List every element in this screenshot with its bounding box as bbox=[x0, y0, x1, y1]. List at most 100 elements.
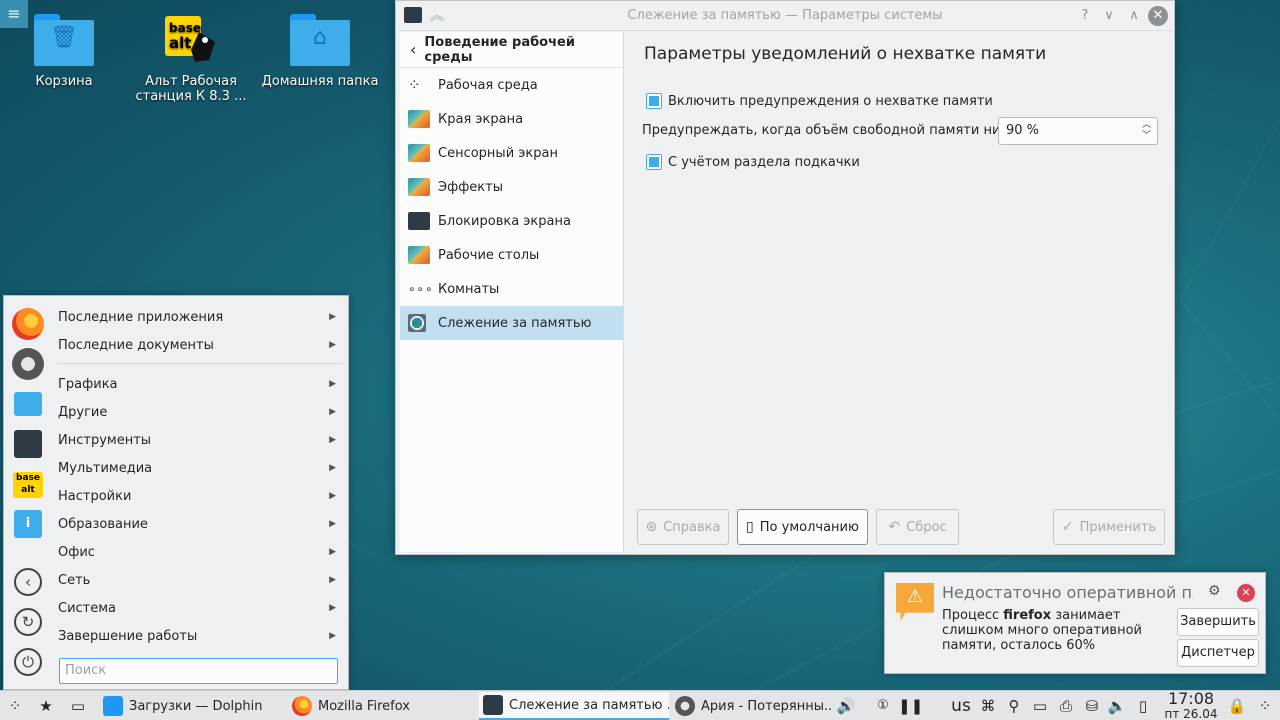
enable-warnings-label: Включить предупреждения о нехватке памят… bbox=[668, 93, 993, 109]
checkbox-checked[interactable] bbox=[646, 93, 662, 109]
desktop-icon-home[interactable]: ⌂ Домашняя папка bbox=[260, 12, 380, 89]
printer-icon[interactable]: ⎙ bbox=[1055, 695, 1077, 717]
defaults-button[interactable]: ▯ По умолчанию bbox=[737, 509, 868, 545]
keyboard-layout[interactable]: us bbox=[950, 695, 972, 717]
shutdown-icon[interactable]: ⏻ bbox=[14, 648, 42, 676]
window-title: Слежение за памятью — Параметры системы bbox=[627, 8, 943, 23]
sidebar-item-screen-lock[interactable]: Блокировка экрана bbox=[400, 204, 623, 238]
settings-icon[interactable] bbox=[14, 430, 42, 458]
favorites-column: base alt i ‹ ↻ ⏻ bbox=[4, 296, 52, 689]
help-icon[interactable]: ? bbox=[1075, 6, 1095, 26]
menu-item-graphics[interactable]: Графика ▶ bbox=[58, 370, 342, 398]
star-icon[interactable]: ★ bbox=[35, 695, 57, 717]
close-icon[interactable]: ✕ bbox=[1148, 6, 1168, 26]
kde-plasma-icon: ⁘ bbox=[408, 76, 421, 94]
menu-item-network[interactable]: Сеть ▶ bbox=[58, 566, 342, 594]
sidebar-item-label: Эффекты bbox=[438, 179, 503, 195]
desktop-icon-label: Альт Рабочая станция К 8.3 ... bbox=[135, 74, 247, 104]
desktop-icon-trash[interactable]: 🗑 Корзина bbox=[4, 12, 124, 89]
logout-icon[interactable]: ‹ bbox=[14, 568, 42, 596]
checkbox-checked[interactable] bbox=[646, 154, 662, 170]
maximize-icon[interactable]: ∧ bbox=[1124, 6, 1144, 26]
apply-button[interactable]: ✓ Применить bbox=[1053, 509, 1165, 545]
network-icon[interactable]: ⚲ bbox=[1003, 695, 1025, 717]
sidebar-item-activities[interactable]: ∘∘∘ Комнаты bbox=[400, 272, 623, 306]
info-icon[interactable]: i bbox=[14, 510, 42, 538]
help-button-label: Справка bbox=[663, 519, 721, 535]
lock-screen-icon bbox=[408, 212, 430, 230]
kde-launcher-icon[interactable]: ⁘ bbox=[4, 695, 26, 717]
sidebar-item-virtual-desktops[interactable]: Рабочие столы bbox=[400, 238, 623, 272]
menu-item-other[interactable]: Другие ▶ bbox=[58, 398, 342, 426]
menu-item-office[interactable]: Офис ▶ bbox=[58, 538, 342, 566]
lock-icon[interactable]: 🔒 bbox=[1226, 695, 1248, 717]
task-system-settings[interactable]: Слежение за памятью ... bbox=[479, 692, 669, 720]
notifications-count-icon[interactable]: ① bbox=[872, 695, 894, 717]
volume-icon[interactable]: 🔈 bbox=[1106, 695, 1128, 717]
menu-item-tools[interactable]: Инструменты ▶ bbox=[58, 426, 342, 454]
menu-item-recent-docs[interactable]: Последние документы ▶ bbox=[58, 331, 342, 359]
audio-playing-icon[interactable]: 🔊 bbox=[835, 695, 857, 717]
menu-item-label: Система bbox=[58, 600, 117, 616]
body-prefix: Процесс bbox=[942, 608, 1004, 623]
window-titlebar[interactable]: ︽ Слежение за памятью — Параметры систем… bbox=[396, 1, 1174, 31]
task-firefox[interactable]: Mozilla Firefox bbox=[288, 692, 474, 720]
kdeconnect-icon[interactable]: ▯ bbox=[1132, 695, 1154, 717]
dolphin-icon bbox=[103, 696, 123, 716]
sidebar-item-memory-monitor[interactable]: Слежение за памятью bbox=[400, 306, 623, 340]
clipboard-icon[interactable]: ⌘ bbox=[977, 695, 999, 717]
menu-item-label: Настройки bbox=[58, 488, 132, 504]
menu-item-label: Последние документы bbox=[58, 337, 214, 353]
aria-icon[interactable] bbox=[12, 348, 44, 380]
panel-settings-icon[interactable]: ⁘ bbox=[1254, 695, 1276, 717]
sidebar-item-screen-edges[interactable]: Края экрана bbox=[400, 102, 623, 136]
menu-item-system[interactable]: Система ▶ bbox=[58, 594, 342, 622]
media-pause-icon[interactable]: ❚❚ bbox=[898, 695, 923, 717]
menu-item-label: Образование bbox=[58, 516, 148, 532]
minimize-icon[interactable]: ∨ bbox=[1099, 6, 1119, 26]
submenu-arrow-icon: ▶ bbox=[329, 407, 336, 417]
menu-item-multimedia[interactable]: Мультимедиа ▶ bbox=[58, 454, 342, 482]
reset-button[interactable]: ↶ Сброс bbox=[876, 509, 959, 545]
configure-icon[interactable]: ⚙ bbox=[1208, 583, 1221, 599]
clock-time: 17:08 bbox=[1167, 689, 1215, 708]
task-label: Загрузки — Dolphin bbox=[129, 698, 263, 714]
menu-item-education[interactable]: Образование ▶ bbox=[58, 510, 342, 538]
show-desktop-icon[interactable]: ▭ bbox=[67, 695, 89, 717]
restart-icon[interactable]: ↻ bbox=[14, 608, 42, 636]
settings-sidebar: ‹ Поведение рабочей среды ⁘ Рабочая сред… bbox=[400, 32, 624, 552]
submenu-arrow-icon: ▶ bbox=[329, 379, 336, 389]
menu-item-shutdown[interactable]: Завершение работы ▶ bbox=[58, 622, 342, 650]
battery-icon[interactable]: ▭ bbox=[1029, 695, 1051, 717]
sidebar-item-touch-screen[interactable]: Сенсорный экран bbox=[400, 136, 623, 170]
menu-item-recent-apps[interactable]: Последние приложения ▶ bbox=[58, 303, 342, 331]
task-dolphin[interactable]: Загрузки — Dolphin bbox=[99, 692, 285, 720]
spin-arrows-icon[interactable]: ︿ ﹀ bbox=[1142, 120, 1151, 142]
basealt-icon[interactable]: base alt bbox=[13, 472, 43, 498]
sidebar-item-effects[interactable]: Эффекты bbox=[400, 170, 623, 204]
include-swap-label: С учётом раздела подкачки bbox=[668, 154, 860, 170]
check-icon: ✓ bbox=[1061, 519, 1074, 535]
undo-icon: ↶ bbox=[888, 519, 901, 535]
chat-icon[interactable] bbox=[14, 392, 42, 416]
sidebar-back-button[interactable]: ‹ Поведение рабочей среды bbox=[400, 32, 623, 68]
enable-warnings-checkbox[interactable]: Включить предупреждения о нехватке памят… bbox=[646, 93, 993, 109]
trash-folder-icon: 🗑 bbox=[34, 12, 94, 68]
search-input[interactable]: Поиск bbox=[59, 658, 338, 684]
firefox-icon[interactable] bbox=[12, 308, 44, 340]
submenu-arrow-icon: ▶ bbox=[329, 631, 336, 641]
task-manager-button[interactable]: Диспетчер bbox=[1177, 639, 1259, 667]
threshold-spinbox[interactable]: 90 % ︿ ﹀ bbox=[998, 117, 1158, 145]
menu-item-settings[interactable]: Настройки ▶ bbox=[58, 482, 342, 510]
sidebar-item-workspace[interactable]: ⁘ Рабочая среда bbox=[400, 68, 623, 102]
desktop-icon-altlinux[interactable]: base alt Альт Рабочая станция К 8.3 ... bbox=[131, 12, 251, 104]
task-aria[interactable]: Ария - Потерянны... bbox=[671, 692, 833, 720]
usb-device-icon[interactable]: ⛁ bbox=[1081, 695, 1103, 717]
close-icon[interactable]: ✕ bbox=[1237, 584, 1255, 602]
sidebar-item-label: Рабочая среда bbox=[438, 77, 538, 93]
include-swap-checkbox[interactable]: С учётом раздела подкачки bbox=[646, 154, 860, 170]
clock[interactable]: 17:08 пт 26.04 bbox=[1158, 690, 1224, 720]
submenu-arrow-icon: ▶ bbox=[329, 435, 336, 445]
terminate-button[interactable]: Завершить bbox=[1177, 608, 1259, 636]
help-button[interactable]: ⊛ Справка bbox=[637, 509, 729, 545]
